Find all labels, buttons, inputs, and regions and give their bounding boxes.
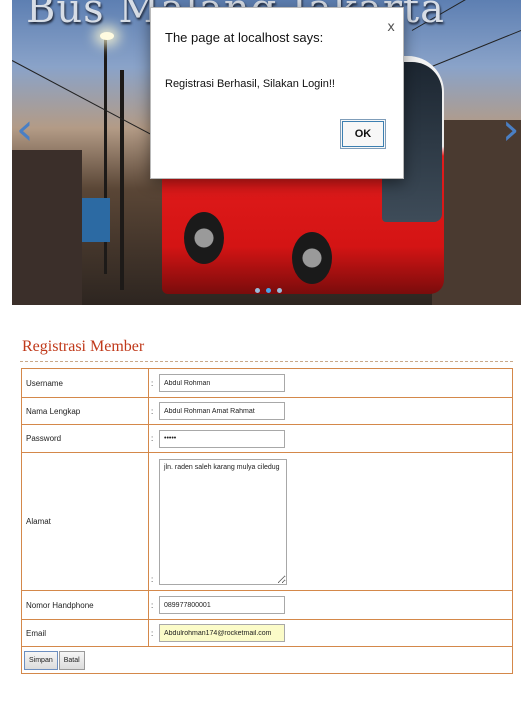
address-label: Alamat [21, 452, 149, 591]
email-input[interactable] [159, 624, 285, 642]
page-title: Registrasi Member [22, 338, 145, 355]
form-row-phone: Nomor Handphone : [21, 590, 513, 620]
slider-dot[interactable] [277, 288, 282, 293]
username-input[interactable] [159, 374, 285, 392]
utility-pole [120, 70, 124, 290]
registration-form: Username : Nama Lengkap : Password : Ala… [21, 368, 513, 674]
form-row-username: Username : [21, 368, 513, 398]
bus-wheel-front [292, 232, 332, 284]
field-colon: : [151, 379, 154, 388]
password-label: Password [21, 424, 149, 453]
field-colon: : [151, 434, 154, 443]
bus-wheel-rear [184, 212, 224, 264]
field-colon: : [151, 629, 154, 638]
email-label: Email [21, 619, 149, 647]
address-textarea[interactable]: jln. raden saleh karang mulya ciledug [159, 458, 287, 585]
slider-dot[interactable] [255, 288, 260, 293]
slider-next-arrow-icon[interactable]: › [502, 108, 520, 152]
slider-prev-arrow-icon[interactable]: ‹ [16, 108, 34, 152]
form-row-fullname: Nama Lengkap : [21, 397, 513, 425]
street-lamp [100, 32, 114, 40]
form-row-address: Alamat : jln. raden saleh karang mulya c… [21, 452, 513, 591]
form-row-password: Password : [21, 424, 513, 453]
dialog-message: Registrasi Berhasil, Silakan Login!! [165, 78, 335, 90]
save-button[interactable]: Simpan [24, 650, 58, 670]
building-left [12, 150, 82, 305]
form-row-actions: Simpan Batal [21, 646, 513, 674]
shop-sign [82, 198, 110, 242]
dialog-title: The page at localhost says: [165, 30, 324, 45]
username-label: Username [21, 368, 149, 398]
ok-button[interactable]: OK [340, 119, 386, 149]
fullname-label: Nama Lengkap [21, 397, 149, 425]
field-colon: : [151, 575, 154, 584]
field-colon: : [151, 407, 154, 416]
slider-dot-active[interactable] [266, 288, 271, 293]
slider-indicators [255, 288, 282, 293]
alert-dialog: The page at localhost says: x Registrasi… [150, 7, 404, 179]
cancel-button[interactable]: Batal [58, 650, 85, 670]
password-input[interactable] [159, 429, 285, 448]
form-row-email: Email : [21, 619, 513, 647]
title-divider [20, 361, 513, 362]
phone-input[interactable] [159, 596, 285, 614]
close-icon[interactable]: x [387, 20, 395, 35]
fullname-input[interactable] [159, 402, 285, 420]
phone-label: Nomor Handphone [21, 590, 149, 620]
field-colon: : [151, 601, 154, 610]
